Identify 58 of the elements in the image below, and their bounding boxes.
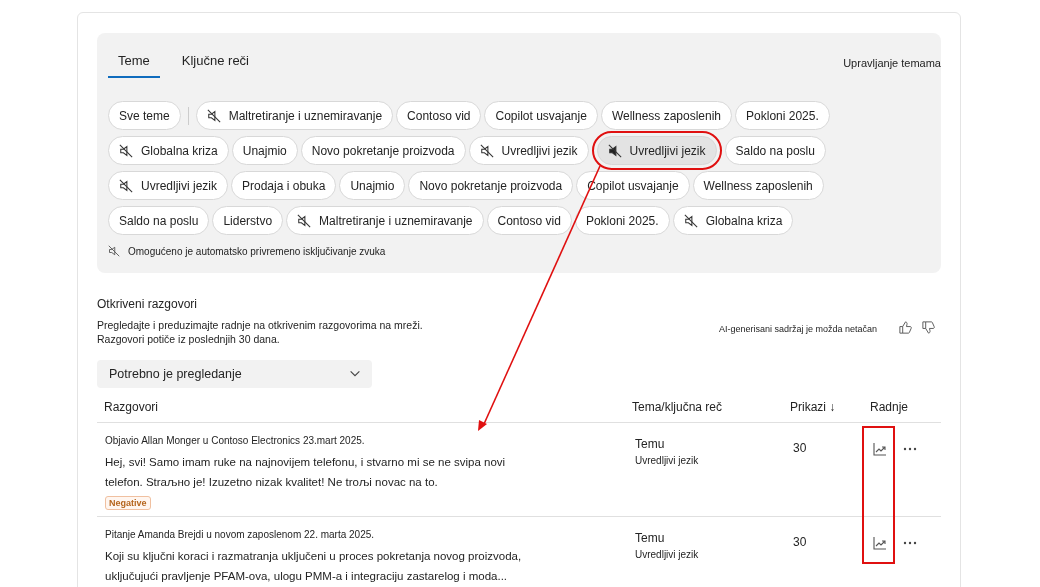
column-header: Razgovori xyxy=(103,400,160,414)
topic-chip[interactable]: Wellness zaposlenih xyxy=(600,101,733,130)
topic-chip[interactable]: Saldo na poslu xyxy=(724,136,826,165)
topic-chip[interactable]: Globalna kriza xyxy=(672,206,794,235)
post-text: Hej, svi! Samo imam ruke na najnovijem telefonu, i stvarno mi se ne svipa novi telefon. Straљно je! Izuzetno nizak kvalitet! Ne troљi novac na to. xyxy=(105,455,507,490)
mute-icon xyxy=(206,108,221,123)
manage-topics-link[interactable]: Upravljanje temama xyxy=(843,57,941,69)
section-title: Otkriveni razgovori xyxy=(97,297,199,311)
filter-dropdown[interactable]: Potrebno je pregledanje xyxy=(97,360,372,388)
post-text: Koji su ključni koraci i razmatranja uključeni u proces pokretanja novog proizvoda, uključujući pravljenje PFAM-ova, ulogu PMM-a i integraciju zastarelog i moda... xyxy=(105,549,523,584)
section-description: Pregledajte i preduzimajte radnje na otkrivenim razgovorima na mreži. xyxy=(97,318,424,332)
topic-chip[interactable]: Copilot usvajanje xyxy=(484,101,598,130)
column-header: Tema/ključna reč xyxy=(631,400,724,414)
mute-icon xyxy=(119,143,133,158)
tab[interactable]: Ključne reči xyxy=(171,45,259,78)
topic-chip[interactable]: Uvredljivi jezik xyxy=(468,136,589,165)
mute-icon xyxy=(479,143,494,158)
trend-chart-icon[interactable] xyxy=(872,441,888,457)
tab[interactable]: Teme xyxy=(108,45,160,78)
mute-icon xyxy=(297,213,312,228)
topic-chip[interactable]: Contoso vid xyxy=(486,206,572,235)
mute-icon xyxy=(607,143,622,158)
topic-name: Uvredljivi jezik xyxy=(635,549,700,560)
topic-chip[interactable]: Saldo na poslu xyxy=(108,206,210,235)
column-header[interactable]: Prikazi ↓ xyxy=(783,400,863,414)
topic-chip[interactable]: Sve teme xyxy=(108,101,181,130)
topic-chip[interactable]: Unajmio xyxy=(339,171,406,200)
thumbs-up-icon[interactable] xyxy=(898,320,913,335)
topic-chip[interactable]: Unajmio xyxy=(231,136,298,165)
mute-icon xyxy=(119,178,133,193)
column-header: Radnje xyxy=(869,400,910,414)
thumbs-down-icon[interactable] xyxy=(921,320,936,335)
post-meta: Objavio Allan Monger u Contoso Electronics 23.mart 2025. xyxy=(105,435,366,446)
topic-name: Uvredljivi jezik xyxy=(635,455,700,466)
trend-chart-icon[interactable] xyxy=(872,535,888,551)
mute-icon xyxy=(683,213,698,228)
topic-type: Temu xyxy=(635,437,666,451)
sentiment-tag: Negative xyxy=(105,496,151,510)
topic-chip[interactable]: Pokloni 2025. xyxy=(574,206,670,235)
ai-disclaimer: AI-generisani sadržaj je možda netačan xyxy=(718,324,877,334)
mute-icon xyxy=(108,245,120,257)
views-count: 30 xyxy=(792,534,808,549)
topic-chip[interactable]: Uvredljivi jezik xyxy=(108,171,228,200)
topic-chip[interactable]: Globalna kriza xyxy=(108,136,229,165)
topic-chip[interactable]: Maltretiranje i uznemiravanje xyxy=(286,206,484,235)
post-meta: Pitanje Amanda Brejdi u novom zaposlenom 22. marta 2025. xyxy=(105,529,376,540)
topic-chip[interactable]: Maltretiranje i uznemiravanje xyxy=(195,101,394,130)
views-count: 30 xyxy=(792,440,808,455)
topic-chip[interactable]: Wellness zaposlenih xyxy=(692,171,824,200)
topic-chip[interactable]: Novo pokretanje proizvoda xyxy=(408,171,574,200)
topic-chip[interactable]: Pokloni 2025. xyxy=(735,101,830,130)
topic-chip[interactable]: Liderstvo xyxy=(212,206,284,235)
topic-chip[interactable]: Contoso vid xyxy=(396,101,482,130)
auto-mute-note: Omogućeno je automatsko privremeno isključivanje zvuka xyxy=(128,245,386,257)
section-description: Razgovori potiče iz poslednjih 30 dana. xyxy=(97,332,281,346)
topic-chip[interactable]: Novo pokretanje proizvoda xyxy=(300,136,466,165)
topic-chip[interactable]: Prodaja i obuka xyxy=(231,171,337,200)
topic-type: Temu xyxy=(635,531,666,545)
